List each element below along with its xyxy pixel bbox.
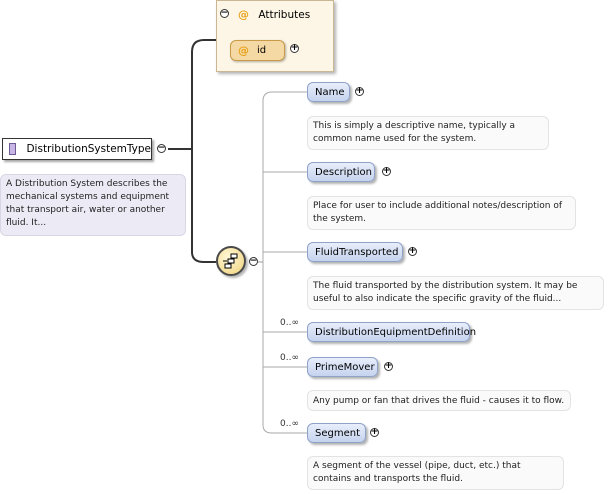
sequence-compositor[interactable] bbox=[216, 246, 246, 276]
description-expand-toggle[interactable]: + bbox=[382, 167, 391, 176]
sequence-collapse-toggle[interactable]: − bbox=[249, 257, 258, 266]
segment-annotation: A segment of the vessel (pipe, duct, etc… bbox=[307, 456, 564, 490]
collapse-icon: − bbox=[220, 8, 229, 18]
collapse-icon: − bbox=[157, 143, 166, 153]
attribute-id-expand-toggle[interactable]: + bbox=[290, 44, 299, 53]
fluid-transported-expand-toggle[interactable]: + bbox=[408, 247, 417, 256]
expand-icon: + bbox=[290, 43, 299, 53]
element-fluid-transported[interactable]: FluidTransported bbox=[307, 242, 403, 262]
expand-icon: + bbox=[370, 427, 379, 437]
element-segment[interactable]: Segment bbox=[307, 423, 366, 443]
sequence-icon bbox=[223, 253, 238, 269]
prime-mover-expand-toggle[interactable]: + bbox=[384, 362, 393, 371]
cardinality-label: 0..∞ bbox=[280, 353, 299, 363]
segment-expand-toggle[interactable]: + bbox=[370, 428, 379, 437]
element-label: PrimeMover bbox=[315, 361, 375, 373]
complex-type-icon bbox=[9, 143, 17, 155]
element-label: FluidTransported bbox=[315, 246, 399, 258]
name-expand-toggle[interactable]: + bbox=[355, 87, 364, 96]
fluid-transported-annotation: The fluid transported by the distributio… bbox=[307, 276, 604, 310]
attribute-id-node[interactable]: @ id bbox=[230, 40, 285, 61]
element-description[interactable]: Description bbox=[307, 162, 375, 182]
element-name[interactable]: Name bbox=[307, 82, 350, 102]
attribute-icon: @ bbox=[238, 44, 249, 57]
element-label: Name bbox=[315, 86, 345, 98]
attributes-header: @ Attributes bbox=[238, 8, 310, 21]
expand-icon: + bbox=[408, 246, 417, 256]
attribute-icon: @ bbox=[238, 8, 249, 21]
element-label: Description bbox=[315, 166, 372, 178]
name-annotation: This is simply a descriptive name, typic… bbox=[307, 116, 549, 150]
collapse-icon: − bbox=[249, 256, 258, 266]
element-label: DistributionEquipmentDefinition bbox=[315, 326, 477, 338]
cardinality-label: 0..∞ bbox=[280, 419, 299, 429]
root-collapse-toggle[interactable]: − bbox=[157, 144, 166, 153]
element-prime-mover[interactable]: PrimeMover bbox=[307, 357, 378, 377]
attributes-title: Attributes bbox=[258, 9, 311, 21]
prime-mover-annotation: Any pump or fan that drives the fluid - … bbox=[307, 390, 571, 411]
connector-lines bbox=[168, 39, 307, 434]
expand-icon: + bbox=[355, 86, 364, 96]
expand-icon: + bbox=[382, 166, 391, 176]
expand-icon: + bbox=[384, 361, 393, 371]
attributes-collapse-toggle[interactable]: − bbox=[220, 9, 229, 18]
root-type-label: DistributionSystemType bbox=[26, 143, 151, 155]
element-label: Segment bbox=[315, 427, 360, 439]
attribute-id-label: id bbox=[257, 45, 267, 56]
root-annotation: A Distribution System describes the mech… bbox=[0, 174, 186, 236]
cardinality-label: 0..∞ bbox=[280, 318, 299, 328]
element-distribution-equipment-definition[interactable]: DistributionEquipmentDefinition bbox=[307, 322, 476, 342]
distribution-system-type-node[interactable]: DistributionSystemType bbox=[2, 138, 152, 160]
description-annotation: Place for user to include additional not… bbox=[307, 196, 576, 230]
